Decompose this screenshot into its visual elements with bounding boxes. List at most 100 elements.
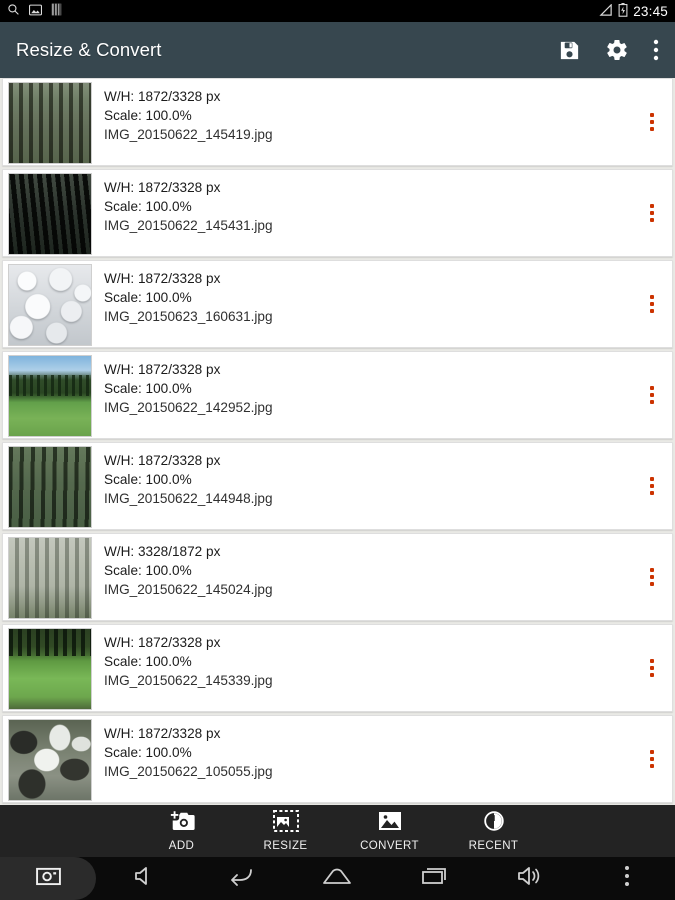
item-filename: IMG_20150622_145419.jpg — [104, 127, 273, 142]
screenshot-icon — [29, 4, 42, 19]
row-overflow-menu[interactable] — [632, 750, 672, 768]
camera-icon — [35, 866, 61, 891]
thumbnail[interactable] — [8, 355, 92, 437]
back-button[interactable] — [193, 857, 289, 900]
row-overflow-menu[interactable] — [632, 477, 672, 495]
item-scale: Scale: 100.0% — [104, 290, 192, 305]
list-item[interactable]: W/H: 1872/3328 px Scale: 100.0% IMG_2015… — [2, 169, 673, 257]
list-item[interactable]: W/H: 1872/3328 px Scale: 100.0% IMG_2015… — [2, 624, 673, 712]
list-item[interactable]: W/H: 1872/3328 px Scale: 100.0% IMG_2015… — [2, 260, 673, 348]
item-dimensions: W/H: 1872/3328 px — [104, 362, 221, 377]
item-metadata: W/H: 1872/3328 px Scale: 100.0% IMG_2015… — [92, 261, 632, 326]
item-dimensions: W/H: 1872/3328 px — [104, 180, 221, 195]
app-bar-actions — [558, 38, 659, 62]
thumbnail[interactable] — [8, 628, 92, 710]
list-item[interactable]: W/H: 1872/3328 px Scale: 100.0% IMG_2015… — [2, 78, 673, 166]
storage-icon — [51, 3, 62, 19]
thumbnail-wrapper — [3, 352, 92, 437]
thumbnail-wrapper — [3, 534, 92, 619]
status-bar-left-icons — [7, 3, 62, 19]
item-scale: Scale: 100.0% — [104, 199, 192, 214]
list-item[interactable]: W/H: 1872/3328 px Scale: 100.0% IMG_2015… — [2, 351, 673, 439]
item-dimensions: W/H: 3328/1872 px — [104, 544, 221, 559]
add-label: ADD — [168, 840, 195, 852]
item-scale: Scale: 100.0% — [104, 654, 192, 669]
save-button[interactable] — [558, 39, 581, 62]
row-overflow-menu[interactable] — [632, 113, 672, 131]
row-overflow-menu[interactable] — [632, 295, 672, 313]
status-bar: 23:45 — [0, 0, 675, 22]
item-metadata: W/H: 1872/3328 px Scale: 100.0% IMG_2015… — [92, 170, 632, 235]
volume-up-button[interactable] — [482, 857, 578, 900]
recent-clock-icon — [482, 810, 506, 837]
settings-button[interactable] — [605, 38, 629, 62]
thumbnail[interactable] — [8, 446, 92, 528]
thumbnail-wrapper — [3, 443, 92, 528]
overflow-button[interactable] — [653, 39, 659, 61]
thumbnail-wrapper — [3, 79, 92, 164]
item-filename: IMG_20150622_144948.jpg — [104, 491, 273, 506]
thumbnail-wrapper — [3, 170, 92, 255]
item-scale: Scale: 100.0% — [104, 472, 192, 487]
list-item[interactable]: W/H: 3328/1872 px Scale: 100.0% IMG_2015… — [2, 533, 673, 621]
thumbnail[interactable] — [8, 264, 92, 346]
item-filename: IMG_20150622_145431.jpg — [104, 218, 273, 233]
resize-label: RESIZE — [263, 840, 308, 852]
row-overflow-menu[interactable] — [632, 386, 672, 404]
nav-overflow-button[interactable] — [579, 857, 675, 900]
thumbnail[interactable] — [8, 173, 92, 255]
row-overflow-menu[interactable] — [632, 204, 672, 222]
item-metadata: W/H: 1872/3328 px Scale: 100.0% IMG_2015… — [92, 716, 632, 781]
recents-button[interactable] — [386, 857, 482, 900]
row-overflow-menu[interactable] — [632, 659, 672, 677]
bottom-action-bar: ADD RESIZE CONVERT RECENT — [0, 805, 675, 857]
signal-icon — [599, 2, 613, 19]
list-item[interactable]: W/H: 1872/3328 px Scale: 100.0% IMG_2015… — [2, 715, 673, 803]
more-vertical-icon — [624, 865, 630, 892]
resize-button[interactable]: RESIZE — [250, 810, 322, 852]
image-list[interactable]: W/H: 1872/3328 px Scale: 100.0% IMG_2015… — [0, 78, 675, 805]
add-photo-icon — [169, 810, 195, 837]
convert-button[interactable]: CONVERT — [354, 810, 426, 852]
item-scale: Scale: 100.0% — [104, 745, 192, 760]
item-metadata: W/H: 1872/3328 px Scale: 100.0% IMG_2015… — [92, 625, 632, 690]
item-dimensions: W/H: 1872/3328 px — [104, 89, 221, 104]
list-item[interactable]: W/H: 1872/3328 px Scale: 100.0% IMG_2015… — [2, 442, 673, 530]
item-metadata: W/H: 3328/1872 px Scale: 100.0% IMG_2015… — [92, 534, 632, 599]
home-button[interactable] — [289, 857, 385, 900]
recent-button[interactable]: RECENT — [458, 810, 530, 852]
thumbnail-wrapper — [3, 625, 92, 710]
item-filename: IMG_20150623_160631.jpg — [104, 309, 273, 324]
item-metadata: W/H: 1872/3328 px Scale: 100.0% IMG_2015… — [92, 443, 632, 508]
item-dimensions: W/H: 1872/3328 px — [104, 271, 221, 286]
battery-charging-icon — [618, 2, 628, 20]
item-dimensions: W/H: 1872/3328 px — [104, 635, 221, 650]
add-button[interactable]: ADD — [146, 810, 218, 852]
item-scale: Scale: 100.0% — [104, 108, 192, 123]
system-navigation-bar — [0, 857, 675, 900]
thumbnail[interactable] — [8, 719, 92, 801]
item-filename: IMG_20150622_105055.jpg — [104, 764, 273, 779]
item-dimensions: W/H: 1872/3328 px — [104, 453, 221, 468]
search-icon — [7, 3, 20, 19]
page-title: Resize & Convert — [16, 39, 162, 60]
item-dimensions: W/H: 1872/3328 px — [104, 726, 221, 741]
recents-icon — [421, 866, 447, 891]
volume-up-icon — [517, 866, 543, 891]
item-filename: IMG_20150622_145339.jpg — [104, 673, 273, 688]
status-bar-clock: 23:45 — [633, 3, 668, 19]
back-arrow-icon — [228, 866, 254, 891]
thumbnail-wrapper — [3, 716, 92, 801]
volume-down-button[interactable] — [96, 857, 192, 900]
thumbnail[interactable] — [8, 537, 92, 619]
app-screen: 23:45 Resize & Convert W/H: 1872/3328 px — [0, 0, 675, 900]
item-metadata: W/H: 1872/3328 px Scale: 100.0% IMG_2015… — [92, 79, 632, 144]
thumbnail[interactable] — [8, 82, 92, 164]
row-overflow-menu[interactable] — [632, 568, 672, 586]
convert-label: CONVERT — [360, 840, 419, 852]
recent-label: RECENT — [468, 840, 519, 852]
screenshot-button[interactable] — [0, 857, 97, 900]
image-convert-icon — [377, 810, 403, 837]
home-icon — [322, 866, 352, 891]
item-metadata: W/H: 1872/3328 px Scale: 100.0% IMG_2015… — [92, 352, 632, 417]
